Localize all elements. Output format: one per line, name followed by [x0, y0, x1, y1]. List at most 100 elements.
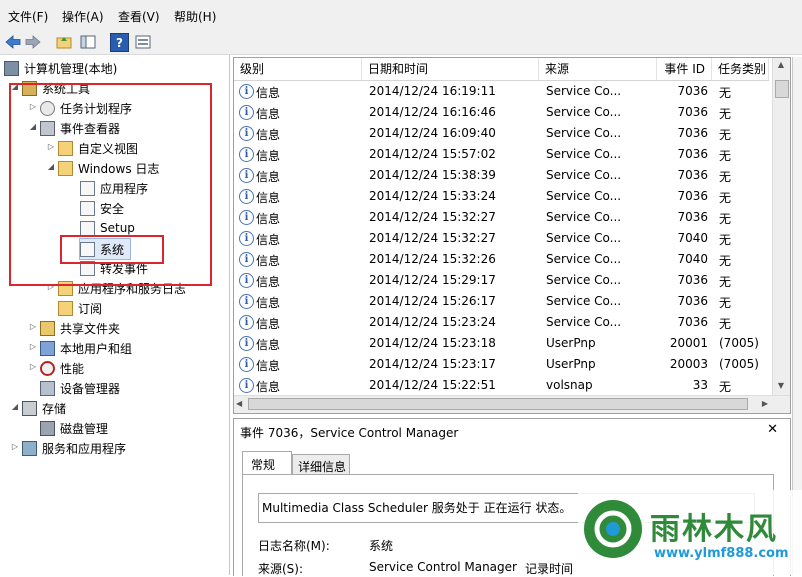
event-datetime: 2014/12/24 15:32:27	[369, 231, 496, 245]
tree-label: 存储	[42, 401, 67, 416]
tab-general[interactable]: 常规	[242, 451, 292, 474]
properties-icon[interactable]	[134, 33, 151, 50]
tree-label: 订阅	[78, 301, 103, 316]
event-category: (7005)	[719, 357, 759, 371]
event-detail-title: 事件 7036，Service Control Manager	[240, 426, 459, 440]
scroll-left-icon[interactable]: ◀	[236, 399, 242, 408]
table-row[interactable]: i 信息 2014/12/24 15:38:39 Service Co... 7036 无	[234, 165, 769, 186]
table-row[interactable]: i 信息 2014/12/24 15:32:27 Service Co... 7040 无	[234, 228, 769, 249]
scroll-thumb[interactable]	[775, 80, 789, 98]
menu-help[interactable]: 帮助(H)	[174, 8, 216, 25]
table-row[interactable]: i 信息 2014/12/24 15:23:18 UserPnp 20001 (7005)	[234, 333, 769, 354]
storage-icon	[22, 400, 37, 416]
event-level: 信息	[256, 254, 281, 268]
event-category: 无	[719, 296, 732, 310]
tree-storage[interactable]: 存储	[22, 398, 66, 418]
menu-action[interactable]: 操作(A)	[62, 8, 104, 25]
tree-device-manager[interactable]: 设备管理器	[40, 378, 120, 398]
info-icon: i	[239, 84, 254, 99]
hscroll-thumb[interactable]	[248, 398, 748, 410]
vertical-scrollbar[interactable]: ▲ ▼	[772, 58, 790, 395]
event-category: 无	[719, 149, 732, 163]
table-row[interactable]: i 信息 2014/12/24 16:16:46 Service Co... 7036 无	[234, 102, 769, 123]
info-icon: i	[239, 294, 254, 309]
event-id: 7036	[677, 126, 708, 140]
show-hide-tree-icon[interactable]	[79, 33, 96, 50]
table-row[interactable]: i 信息 2014/12/24 15:32:27 Service Co... 7036 无	[234, 207, 769, 228]
tree-services-apps[interactable]: 服务和应用程序	[22, 438, 126, 458]
expand-arrow-icon[interactable]: ▷	[10, 442, 20, 451]
scroll-down-icon[interactable]: ▼	[775, 381, 787, 393]
column-header-datetime[interactable]: 日期和时间	[362, 58, 539, 80]
tree-shared-folders[interactable]: 共享文件夹	[40, 318, 120, 338]
tree-subscriptions[interactable]: 订阅	[58, 298, 102, 318]
tree-disk-management[interactable]: 磁盘管理	[40, 418, 108, 438]
event-datetime: 2014/12/24 15:33:24	[369, 189, 496, 203]
log-name-value: 系统	[369, 539, 394, 553]
event-datetime: 2014/12/24 15:32:26	[369, 252, 496, 266]
event-level: 信息	[256, 86, 281, 100]
event-level: 信息	[256, 107, 281, 121]
menu-file[interactable]: 文件(F)	[8, 8, 48, 25]
tree-local-users[interactable]: 本地用户和组	[40, 338, 132, 358]
scroll-up-icon[interactable]: ▲	[775, 60, 787, 72]
table-row[interactable]: i 信息 2014/12/24 15:57:02 Service Co... 7036 无	[234, 144, 769, 165]
event-source: Service Co...	[546, 273, 622, 287]
expand-arrow-icon[interactable]: ▷	[28, 362, 38, 371]
event-category: 无	[719, 275, 732, 289]
event-source: Service Co...	[546, 189, 622, 203]
table-row[interactable]: i 信息 2014/12/24 15:29:17 Service Co... 7036 无	[234, 270, 769, 291]
tab-details[interactable]: 详细信息	[292, 454, 350, 474]
event-id: 7036	[677, 273, 708, 287]
folder-icon	[58, 300, 73, 316]
tree-root[interactable]: 计算机管理(本地)	[4, 58, 117, 78]
table-row[interactable]: i 信息 2014/12/24 16:09:40 Service Co... 7036 无	[234, 123, 769, 144]
event-level: 信息	[256, 233, 281, 247]
event-datetime: 2014/12/24 16:09:40	[369, 126, 496, 140]
watermark: 雨林木风 www.ylmf888.com	[578, 490, 802, 575]
forward-arrow-icon[interactable]	[24, 33, 41, 50]
column-header-category[interactable]: 任务类别	[712, 58, 769, 80]
table-row[interactable]: i 信息 2014/12/24 15:26:17 Service Co... 7036 无	[234, 291, 769, 312]
expand-arrow-icon[interactable]: ▷	[28, 342, 38, 351]
event-level: 信息	[256, 275, 281, 289]
help-icon[interactable]: ?	[110, 33, 129, 52]
toolbar: ?	[0, 30, 802, 55]
source-value: Service Control Manager	[369, 560, 517, 574]
event-id: 33	[692, 378, 708, 392]
event-datetime: 2014/12/24 16:19:11	[369, 84, 496, 98]
horizontal-scrollbar[interactable]: ◀ ▶	[234, 395, 790, 413]
column-header-source[interactable]: 来源	[539, 58, 657, 80]
table-row[interactable]: i 信息 2014/12/24 15:32:26 Service Co... 7040 无	[234, 249, 769, 270]
event-level: 信息	[256, 191, 281, 205]
event-level: 信息	[256, 338, 281, 352]
table-row[interactable]: i 信息 2014/12/24 16:19:11 Service Co... 7036 无	[234, 81, 769, 102]
event-id: 7040	[677, 252, 708, 266]
table-row[interactable]: i 信息 2014/12/24 15:22:51 volsnap 33 无	[234, 375, 769, 396]
column-header-level[interactable]: 级别	[234, 58, 362, 80]
tree-performance[interactable]: 性能	[40, 358, 84, 378]
table-row[interactable]: i 信息 2014/12/24 15:33:24 Service Co... 7036 无	[234, 186, 769, 207]
tree-label: 磁盘管理	[60, 421, 109, 436]
back-arrow-icon[interactable]	[4, 33, 21, 50]
event-level: 信息	[256, 296, 281, 310]
up-folder-icon[interactable]	[55, 33, 72, 50]
event-category: 无	[719, 380, 732, 394]
tree-label: 共享文件夹	[60, 321, 121, 336]
event-datetime: 2014/12/24 15:32:27	[369, 210, 496, 224]
menu-view[interactable]: 查看(V)	[118, 8, 160, 25]
expand-arrow-icon[interactable]: ▷	[28, 322, 38, 331]
info-icon: i	[239, 210, 254, 225]
column-header-event-id[interactable]: 事件 ID	[657, 58, 712, 80]
scroll-right-icon[interactable]: ▶	[762, 399, 768, 408]
event-source: Service Co...	[546, 231, 622, 245]
close-icon[interactable]: ✕	[767, 422, 778, 437]
event-list-header: 级别 日期和时间 来源 事件 ID 任务类别	[234, 58, 769, 81]
info-icon: i	[239, 357, 254, 372]
table-row[interactable]: i 信息 2014/12/24 15:23:24 Service Co... 7036 无	[234, 312, 769, 333]
collapse-arrow-icon[interactable]: ◢	[10, 402, 20, 411]
event-datetime: 2014/12/24 15:26:17	[369, 294, 496, 308]
tree-label: 本地用户和组	[60, 341, 133, 356]
table-row[interactable]: i 信息 2014/12/24 15:23:17 UserPnp 20003 (7005)	[234, 354, 769, 375]
info-icon: i	[239, 168, 254, 183]
